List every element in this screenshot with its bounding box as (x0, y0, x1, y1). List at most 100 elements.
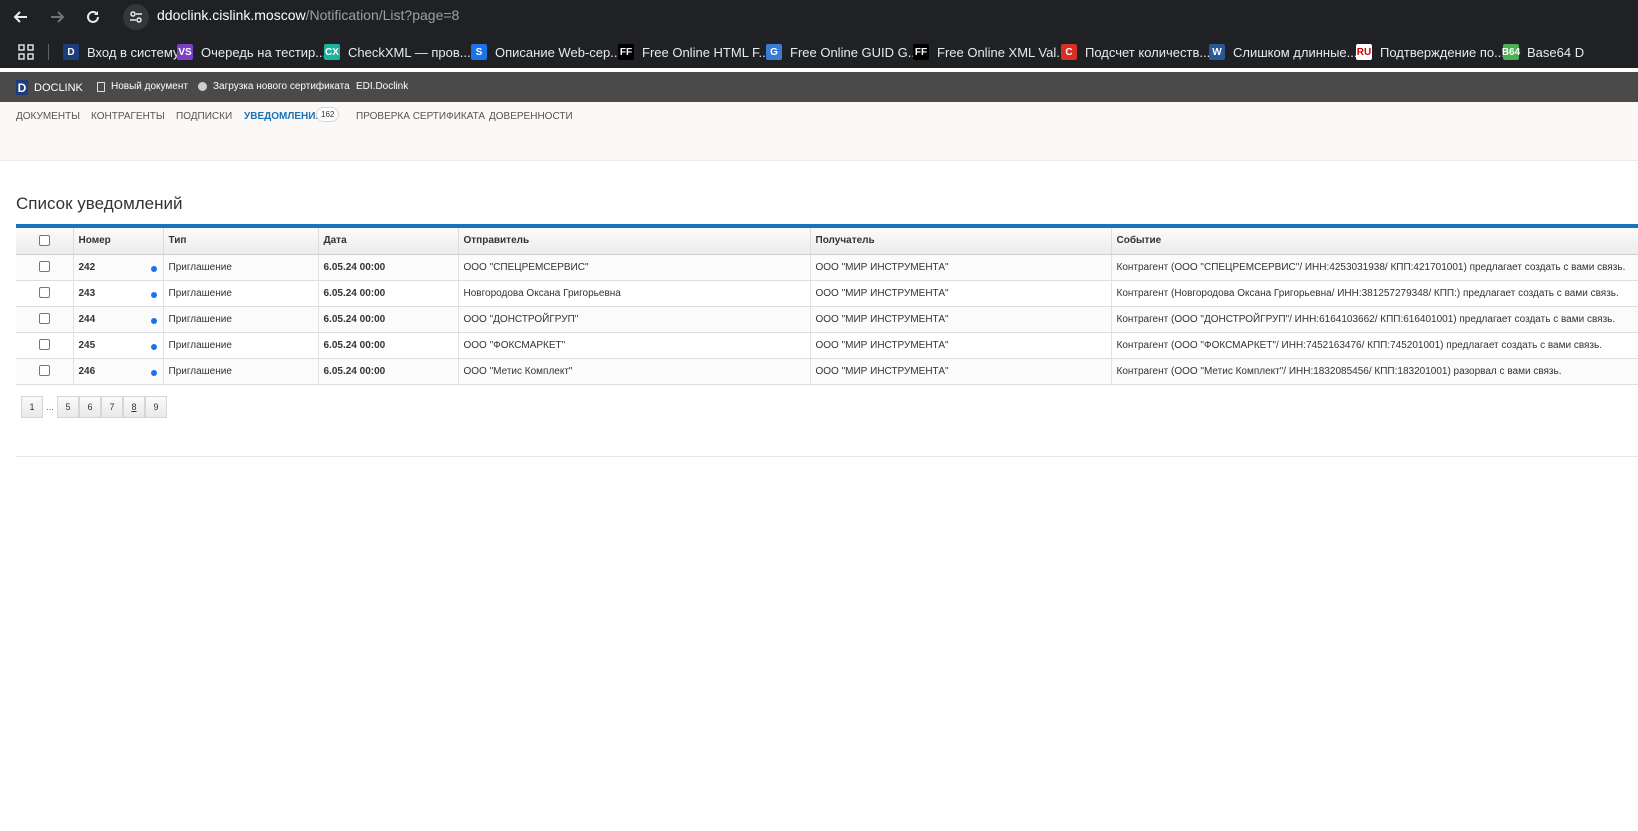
tab-counterparties[interactable]: КОНТРАГЕНТЫ (91, 111, 165, 122)
tab-subscriptions[interactable]: ПОДПИСКИ (176, 111, 232, 122)
bookmark-item[interactable]: CX CheckXML — пров... (324, 42, 471, 62)
unread-dot-icon (150, 317, 157, 324)
table-row[interactable]: 246 Приглашение 6.05.24 00:00 ООО "Метис Ко… (16, 358, 1638, 385)
bookmark-item[interactable]: W Слишком длинные... (1209, 42, 1357, 62)
app-header: D DOCLINK Новый документ Загрузка нового… (0, 72, 1638, 102)
bookmark-favicon-icon: C (1061, 44, 1077, 60)
column-header-number[interactable]: Номер (73, 228, 164, 255)
bookmark-favicon-icon: FF (913, 44, 929, 60)
cell-number[interactable]: 242 (73, 254, 164, 281)
cell-receiver: ООО "МИР ИНСТРУМЕНТА" (810, 280, 1112, 307)
reload-icon (87, 10, 99, 23)
upload-certificate-link[interactable]: Загрузка нового сертификата (198, 81, 350, 92)
bookmark-item[interactable]: FF Free Online HTML F... (618, 42, 769, 62)
cell-sender: ООО "ДОНСТРОЙГРУП" (458, 306, 811, 333)
page-button-first[interactable]: 1 (21, 396, 43, 418)
number-value: 246 (78, 365, 96, 377)
cell-date: 6.05.24 00:00 (318, 280, 459, 307)
tab-powers-of-attorney[interactable]: ДОВЕРЕННОСТИ (489, 111, 573, 122)
tab-documents[interactable]: ДОКУМЕНТЫ (16, 111, 80, 122)
bookmark-favicon-icon: D (63, 44, 79, 60)
document-icon (97, 81, 105, 92)
bookmark-item[interactable]: B64 Base64 D (1502, 42, 1584, 62)
bookmark-favicon-icon: B64 (1502, 44, 1520, 60)
page-button-7[interactable]: 7 (101, 396, 123, 418)
column-header-receiver[interactable]: Получатель (810, 228, 1112, 255)
bookmark-item[interactable]: FF Free Online XML Val... (913, 42, 1067, 62)
row-checkbox[interactable] (38, 313, 50, 325)
bookmark-item[interactable]: D Вход в систему (63, 42, 179, 62)
browser-chrome: ddoclink.cislink.moscow/Notification/Lis… (0, 0, 1638, 68)
unread-dot-icon (150, 343, 157, 350)
cell-number[interactable]: 243 (73, 280, 164, 307)
table-row[interactable]: 243 Приглашение 6.05.24 00:00 Новгородова О… (16, 280, 1638, 307)
row-checkbox[interactable] (38, 339, 50, 351)
table-row[interactable]: 244 Приглашение 6.05.24 00:00 ООО "ДОНСТРОЙ… (16, 306, 1638, 333)
bookmark-item[interactable]: RU Подтверждение по... (1356, 42, 1505, 62)
cell-number[interactable]: 244 (73, 306, 164, 333)
cell-number[interactable]: 245 (73, 332, 164, 359)
address-row: ddoclink.cislink.moscow/Notification/Lis… (0, 0, 1638, 33)
bookmark-item[interactable]: S Описание Web-сер... (471, 42, 621, 62)
cell-type: Приглашение (163, 306, 319, 333)
row-select-cell (16, 254, 74, 281)
arrow-left-icon (13, 11, 27, 23)
bookmark-favicon-icon: W (1209, 44, 1225, 60)
tab-notifications[interactable]: УВЕДОМЛЕНИЯ (244, 111, 323, 122)
unread-dot-icon (150, 265, 157, 272)
cell-sender: ООО "СПЕЦРЕМСЕРВИС" (458, 254, 811, 281)
page-button-5[interactable]: 5 (57, 396, 79, 418)
column-header-type[interactable]: Тип (163, 228, 319, 255)
logo-text: DOCLINK (34, 81, 83, 94)
bookmark-favicon-icon: S (471, 44, 487, 60)
table-row[interactable]: 242 Приглашение 6.05.24 00:00 ООО "СПЕЦРЕМС… (16, 254, 1638, 281)
site-info-button[interactable] (123, 4, 149, 30)
notifications-table: Номер Тип Дата Отправитель Получатель Со… (16, 228, 1638, 385)
row-select-cell (16, 332, 74, 359)
new-document-link[interactable]: Новый документ (97, 81, 188, 92)
back-button[interactable] (8, 4, 34, 30)
cell-event: Контрагент (ООО "ФОКСМАРКЕТ"/ ИНН:745216… (1111, 332, 1638, 359)
url-path: /Notification/List?page=8 (305, 7, 460, 23)
cell-number[interactable]: 246 (73, 358, 164, 385)
column-header-event[interactable]: Событие (1111, 228, 1638, 255)
table-header-row: Номер Тип Дата Отправитель Получатель Со… (16, 228, 1638, 255)
address-bar[interactable]: ddoclink.cislink.moscow/Notification/Lis… (157, 7, 459, 23)
bookmark-favicon-icon: CX (324, 44, 340, 60)
number-value: 242 (78, 261, 96, 273)
page-title: Список уведомлений (16, 194, 183, 213)
row-checkbox[interactable] (38, 287, 50, 299)
page-button-9[interactable]: 9 (145, 396, 167, 418)
forward-button[interactable] (44, 4, 70, 30)
bookmark-item[interactable]: G Free Online GUID G... (766, 42, 919, 62)
cell-receiver: ООО "МИР ИНСТРУМЕНТА" (810, 306, 1112, 333)
row-checkbox[interactable] (38, 261, 50, 273)
column-header-sender[interactable]: Отправитель (458, 228, 811, 255)
page-button-current[interactable]: 8 (123, 396, 145, 418)
bookmark-item[interactable]: C Подсчет количеств... (1061, 42, 1210, 62)
row-select-cell (16, 358, 74, 385)
reload-button[interactable] (80, 4, 106, 30)
select-all-header (16, 228, 74, 255)
apps-grid-icon[interactable] (18, 44, 34, 60)
cell-sender: Новгородова Оксана Григорьевна (458, 280, 811, 307)
bookmark-label: Подтверждение по... (1380, 44, 1505, 60)
page-button-6[interactable]: 6 (79, 396, 101, 418)
bookmark-item[interactable]: VS Очередь на тестир... (177, 42, 326, 62)
cell-receiver: ООО "МИР ИНСТРУМЕНТА" (810, 254, 1112, 281)
table-row[interactable]: 245 Приглашение 6.05.24 00:00 ООО "ФОКСМАРК… (16, 332, 1638, 359)
bookmark-favicon-icon: RU (1356, 44, 1372, 60)
page-ellipsis: ... (46, 402, 54, 412)
edi-doclink-link[interactable]: EDI.Doclink (356, 81, 408, 92)
pagination: 1 ... 5 6 7 8 9 (21, 396, 167, 418)
bookmark-favicon-icon: FF (618, 44, 634, 60)
bookmark-label: Подсчет количеств... (1085, 44, 1211, 60)
cell-sender: ООО "ФОКСМАРКЕТ" (458, 332, 811, 359)
bookmark-label: Слишком длинные... (1233, 44, 1358, 60)
tab-certificate-check[interactable]: ПРОВЕРКА СЕРТИФИКАТА (356, 111, 485, 122)
select-all-checkbox[interactable] (38, 235, 50, 247)
doclink-logo[interactable]: D DOCLINK (16, 80, 83, 95)
bookmark-label: Free Online XML Val... (937, 44, 1068, 60)
column-header-date[interactable]: Дата (318, 228, 459, 255)
row-checkbox[interactable] (38, 365, 50, 377)
